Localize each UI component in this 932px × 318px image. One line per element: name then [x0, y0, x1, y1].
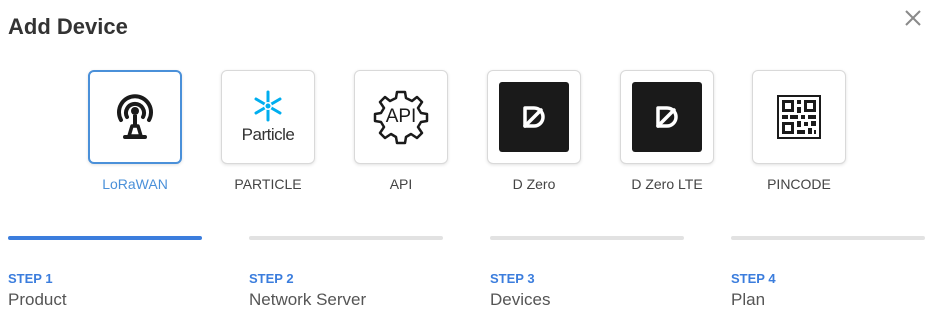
product-label: PINCODE [767, 176, 831, 192]
step-name: Network Server [249, 290, 367, 309]
product-dzero[interactable]: D Zero [486, 70, 582, 192]
step-name: Plan [731, 290, 766, 309]
step-progress-bar [8, 236, 202, 240]
step-4[interactable]: STEP 4 Plan [731, 236, 925, 310]
product-api[interactable]: API API [353, 70, 449, 192]
dialog-title: Add Device [8, 14, 128, 39]
product-label: D Zero LTE [631, 176, 703, 192]
dzero-logo-icon [632, 82, 702, 152]
antenna-icon [117, 94, 153, 139]
product-pincode[interactable]: PINCODE [751, 70, 847, 192]
api-gear-icon: API [371, 87, 431, 147]
step-1[interactable]: STEP 1 Product [8, 236, 202, 310]
product-tile-lorawan[interactable] [88, 70, 182, 164]
step-name: Product [8, 290, 67, 309]
product-tile-dzero-lte[interactable] [620, 70, 714, 164]
close-icon[interactable] [900, 5, 926, 31]
dzero-logo-icon [499, 82, 569, 152]
particle-logo-text: Particle [241, 125, 295, 144]
step-2[interactable]: STEP 2 Network Server [249, 236, 443, 310]
product-particle[interactable]: Particle PARTICLE [220, 70, 316, 192]
step-progress-bar [490, 236, 684, 240]
product-dzero-lte[interactable]: D Zero LTE [619, 70, 715, 192]
product-tile-pincode[interactable] [752, 70, 846, 164]
product-tile-api[interactable]: API [354, 70, 448, 164]
step-3[interactable]: STEP 3 Devices [490, 236, 684, 310]
api-icon-text: API [385, 106, 417, 127]
product-selector: LoRaWAN Particle PARTICLE API API D Zero… [0, 70, 932, 200]
step-number: STEP 3 [490, 271, 535, 286]
particle-logo-icon: Particle [242, 89, 295, 145]
product-tile-particle[interactable]: Particle [221, 70, 315, 164]
product-lorawan[interactable]: LoRaWAN [87, 70, 183, 192]
product-tile-dzero[interactable] [487, 70, 581, 164]
step-number: STEP 2 [249, 271, 294, 286]
product-label: PARTICLE [234, 176, 302, 192]
step-name: Devices [490, 290, 551, 309]
step-progress-bar [249, 236, 443, 240]
product-label: LoRaWAN [102, 176, 168, 192]
product-label: D Zero [512, 176, 556, 192]
step-progress-bar [731, 236, 925, 240]
qr-code-icon [777, 95, 821, 139]
step-number: STEP 4 [731, 271, 776, 286]
product-label: API [389, 176, 413, 192]
step-number: STEP 1 [8, 271, 53, 286]
stepper: STEP 1 Product STEP 2 Network Server STE… [0, 236, 932, 318]
